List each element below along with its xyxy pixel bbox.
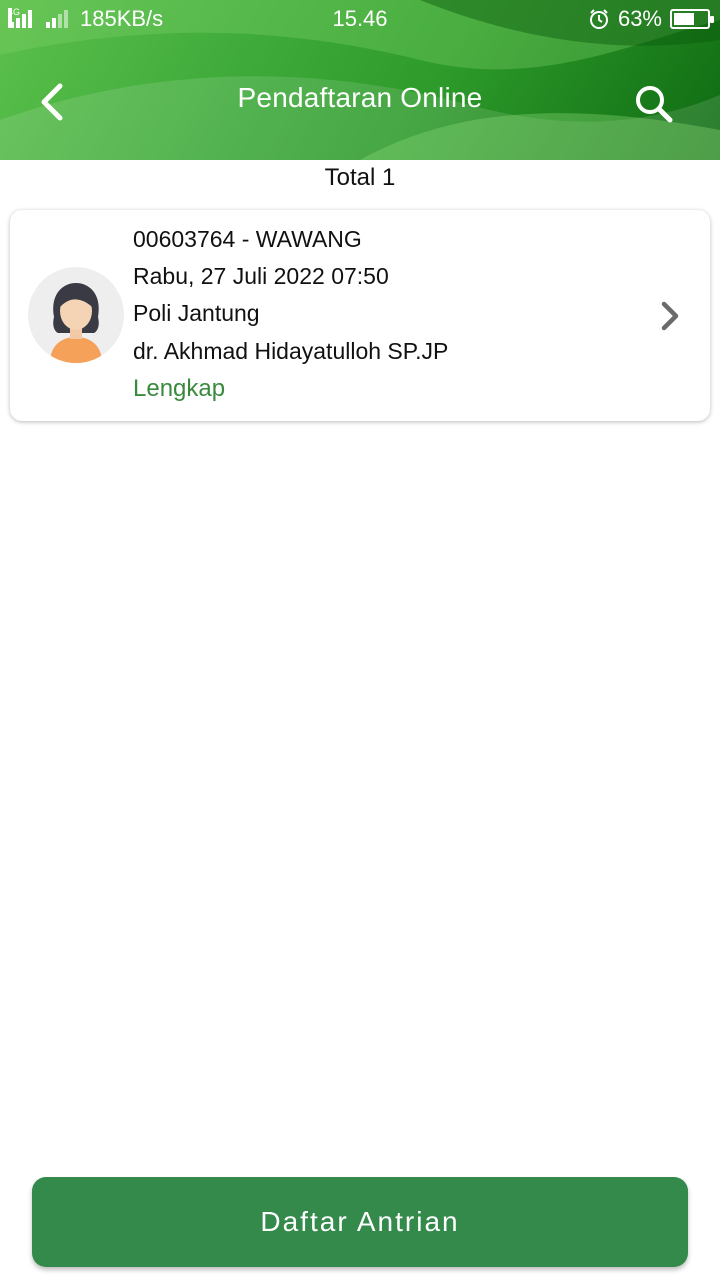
registration-card[interactable]: 00603764 - WAWANG Rabu, 27 Juli 2022 07:… [10, 210, 710, 421]
battery-fill [674, 13, 694, 25]
search-button[interactable] [628, 78, 678, 128]
battery-icon [670, 9, 714, 29]
appointment-datetime: Rabu, 27 Juli 2022 07:50 [133, 263, 389, 289]
alarm-icon [589, 9, 608, 29]
app-header: 4G 185KB/s 15.46 63% Pendaftaran Online [0, 0, 720, 160]
search-icon [636, 86, 673, 123]
total-count: Total 1 [324, 164, 396, 191]
daftar-antrian-button[interactable]: Daftar Antrian [32, 1177, 688, 1267]
battery-percent: 63% [617, 6, 662, 31]
page-title: Pendaftaran Online [237, 82, 483, 113]
poli-name: Poli Jantung [133, 300, 260, 326]
patient-id-name: 00603764 - WAWANG [133, 226, 362, 252]
status-label: Lengkap [133, 375, 226, 402]
chevron-right-icon [661, 301, 679, 331]
doctor-name: dr. Akhmad Hidayatulloh SP.JP [133, 338, 449, 364]
status-bar: 4G 185KB/s 15.46 63% [0, 0, 720, 36]
female-user-avatar-icon [28, 267, 124, 363]
